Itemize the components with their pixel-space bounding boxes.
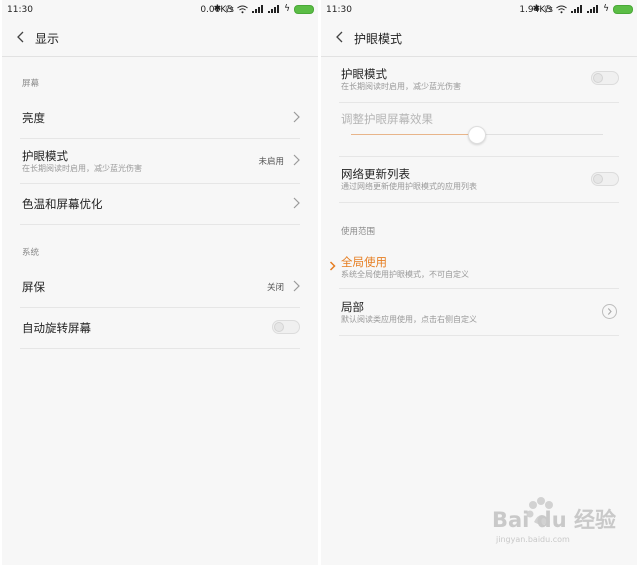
network-update-toggle[interactable] bbox=[591, 172, 619, 186]
network-update-label: 网络更新列表 bbox=[341, 167, 410, 181]
screensaver-label: 屏保 bbox=[22, 280, 45, 294]
chevron-right-icon bbox=[293, 197, 300, 209]
eye-mode-settings-screen: 11:30 1.94K/s ✱ ◷ ϟ 护眼模式 护眼模式 在长期阅读时启用，减… bbox=[321, 0, 637, 565]
toggle-knob bbox=[593, 174, 603, 184]
selected-indicator-icon bbox=[329, 261, 336, 271]
auto-rotate-label: 自动旋转屏幕 bbox=[22, 321, 91, 335]
status-icons: ✱ ◷ ϟ bbox=[214, 3, 314, 15]
eye-effect-slider-thumb[interactable] bbox=[468, 126, 486, 144]
status-time: 11:30 bbox=[326, 5, 352, 15]
color-temperature-item[interactable]: 色温和屏幕优化 bbox=[20, 183, 300, 225]
eye-effect-slider-fill bbox=[351, 134, 477, 135]
screensaver-item[interactable]: 屏保 关闭 bbox=[20, 266, 300, 308]
signal-icon bbox=[268, 5, 280, 13]
eye-mode-label: 护眼模式 bbox=[341, 67, 387, 81]
circle-chevron-icon bbox=[607, 308, 612, 315]
color-temperature-label: 色温和屏幕优化 bbox=[22, 197, 103, 211]
status-icons: ✱ ◷ ϟ bbox=[533, 3, 633, 15]
eye-effect-label: 调整护眼屏幕效果 bbox=[341, 112, 433, 126]
network-update-list-item: 网络更新列表 通过网络更新使用护眼模式的应用列表 bbox=[339, 156, 619, 203]
global-use-description: 系统全局使用护眼模式，不可自定义 bbox=[341, 270, 469, 279]
section-label-screen: 屏幕 bbox=[22, 79, 40, 89]
eye-mode-label: 护眼模式 bbox=[22, 149, 68, 163]
alarm-icon: ◷ bbox=[225, 4, 234, 14]
network-update-description: 通过网络更新使用护眼模式的应用列表 bbox=[341, 182, 477, 191]
watermark-text: Bai du 经验 bbox=[492, 508, 616, 532]
signal-icon bbox=[571, 5, 583, 13]
customize-button[interactable] bbox=[602, 304, 617, 319]
status-bar: 11:30 1.94K/s ✱ ◷ ϟ bbox=[321, 0, 637, 20]
signal-icon bbox=[587, 5, 599, 13]
title-bar: 显示 bbox=[2, 20, 318, 57]
eye-mode-item[interactable]: 护眼模式 在长期阅读时启用，减少蓝光伤害 未启用 bbox=[20, 138, 300, 184]
display-settings-screen: 11:30 0.00K/s ✱ ◷ ϟ 显示 屏幕 亮度 护眼模式 在长期阅读时… bbox=[2, 0, 318, 565]
brightness-label: 亮度 bbox=[22, 111, 45, 125]
status-time: 11:30 bbox=[7, 5, 33, 15]
battery-icon bbox=[294, 4, 314, 14]
page-title: 显示 bbox=[35, 32, 60, 46]
bluetooth-icon: ✱ bbox=[532, 4, 541, 14]
alarm-icon: ◷ bbox=[544, 4, 553, 14]
screensaver-status: 关闭 bbox=[266, 283, 284, 293]
chevron-right-icon bbox=[293, 280, 300, 292]
battery-icon bbox=[613, 4, 633, 14]
wifi-icon bbox=[237, 5, 248, 13]
charging-icon: ϟ bbox=[284, 4, 290, 14]
partial-use-label: 局部 bbox=[341, 300, 364, 314]
toggle-knob bbox=[593, 73, 603, 83]
watermark-url: jingyan.baidu.com bbox=[496, 535, 570, 544]
eye-mode-switch-item: 护眼模式 在长期阅读时启用，减少蓝光伤害 bbox=[339, 57, 619, 103]
global-use-option[interactable]: 全局使用 系统全局使用护眼模式，不可自定义 bbox=[339, 244, 619, 289]
partial-use-option[interactable]: 局部 默认阅读类应用使用，点击右侧自定义 bbox=[339, 288, 619, 336]
auto-rotate-item: 自动旋转屏幕 bbox=[20, 307, 300, 349]
eye-mode-toggle[interactable] bbox=[591, 71, 619, 85]
section-label-scope: 使用范围 bbox=[341, 227, 376, 237]
eye-effect-slider-track bbox=[477, 134, 603, 135]
back-arrow-icon[interactable] bbox=[12, 28, 30, 46]
section-label-system: 系统 bbox=[22, 248, 40, 258]
page-title: 护眼模式 bbox=[354, 32, 403, 46]
global-use-label: 全局使用 bbox=[341, 255, 387, 269]
auto-rotate-toggle[interactable] bbox=[272, 320, 300, 334]
eye-mode-description: 在长期阅读时启用，减少蓝光伤害 bbox=[341, 82, 461, 91]
chevron-right-icon bbox=[293, 111, 300, 123]
brightness-item[interactable]: 亮度 bbox=[20, 97, 300, 139]
status-bar: 11:30 0.00K/s ✱ ◷ ϟ bbox=[2, 0, 318, 20]
wifi-icon bbox=[556, 5, 567, 13]
bluetooth-icon: ✱ bbox=[213, 4, 222, 14]
chevron-right-icon bbox=[293, 154, 300, 166]
toggle-knob bbox=[274, 322, 284, 332]
signal-icon bbox=[252, 5, 264, 13]
charging-icon: ϟ bbox=[603, 4, 609, 14]
partial-use-description: 默认阅读类应用使用，点击右侧自定义 bbox=[341, 315, 477, 324]
back-arrow-icon[interactable] bbox=[331, 28, 349, 46]
title-bar: 护眼模式 bbox=[321, 20, 637, 57]
baidu-jingyan-watermark: Bai du 经验 jingyan.baidu.com bbox=[490, 494, 616, 554]
eye-mode-description: 在长期阅读时启用，减少蓝光伤害 bbox=[22, 164, 142, 173]
eye-mode-status: 未启用 bbox=[258, 157, 284, 167]
